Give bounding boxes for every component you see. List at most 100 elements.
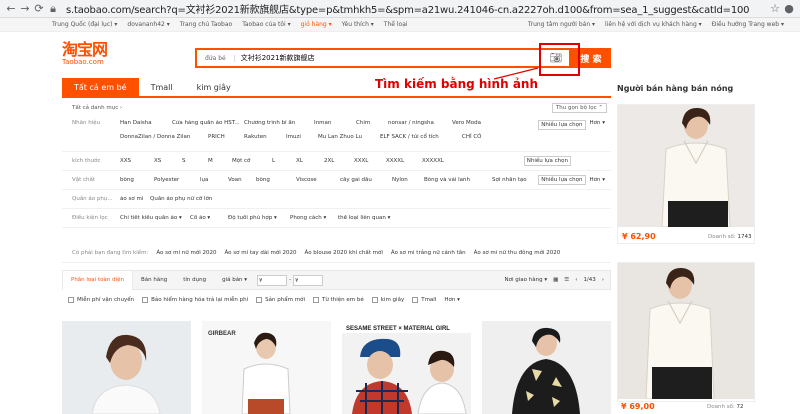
filter-option[interactable]: Một cỡ [232, 158, 272, 164]
topbar-seller-center[interactable]: Trung tâm người bán ▾ [528, 21, 595, 28]
filter-option[interactable]: Inman [314, 120, 356, 126]
filter-dropdown[interactable]: Cổ áo ▾ [190, 215, 228, 221]
bookmark-star-icon[interactable]: ☆ [768, 2, 782, 15]
filter-option[interactable]: 2XL [324, 158, 354, 164]
related-link[interactable]: Áo sơ mi nữ mới 2020 [156, 250, 216, 256]
topbar-categories[interactable]: Thể loại [384, 21, 408, 28]
filter-option[interactable]: XXXL [354, 158, 386, 164]
filter-option[interactable]: Cửa hàng quần áo HST... [172, 120, 244, 126]
topbar-home[interactable]: Trang chủ Taobao [180, 21, 232, 28]
filter-option[interactable]: Nylon [392, 177, 424, 183]
filter-option[interactable]: cây gai dầu [340, 177, 392, 183]
price-to-input[interactable]: ¥ [293, 274, 324, 286]
filter-dropdown[interactable]: Phong cách ▾ [290, 215, 338, 221]
filter-option[interactable]: Chim [356, 120, 388, 126]
new-product-checkbox[interactable]: Sản phẩm mới [256, 297, 305, 303]
topbar-cart[interactable]: giỏ hàng ▾ [301, 21, 332, 28]
filter-option[interactable]: nonsar / ningsha [388, 120, 452, 126]
collapse-filter-button[interactable]: Thu gọn bộ lọc ⌃ [551, 103, 607, 113]
filter-option[interactable]: bông [256, 177, 296, 183]
free-shipping-checkbox[interactable]: Miễn phí vận chuyển [68, 297, 134, 303]
search-scope-tag[interactable]: đứa bé [197, 54, 235, 62]
filter-option[interactable]: Han Daisha [120, 120, 172, 126]
filter-option[interactable]: Viscose [296, 177, 340, 183]
filter-option[interactable]: áo sơ mi [120, 196, 150, 202]
related-link[interactable]: Áo sơ mi tay dài mới 2020 [224, 250, 296, 256]
more-options-button[interactable]: Hơn ▾ [590, 120, 606, 126]
sort-sales[interactable]: Bán hàng [133, 277, 175, 283]
filter-option[interactable]: Polyester [154, 177, 200, 183]
forward-icon[interactable]: → [18, 2, 32, 15]
ship-from-dropdown[interactable]: Nơi giao hàng ▾ [504, 277, 547, 283]
product-card[interactable] [482, 321, 611, 414]
sort-overall[interactable]: Phần loại toàn diện [63, 270, 133, 290]
filter-option[interactable]: ELF SACK / túi cổ tích [380, 134, 462, 140]
more-options-button[interactable]: Hơn ▾ [590, 177, 606, 183]
search-input[interactable]: 文衬衫2021新款旗舰店 [235, 53, 549, 63]
related-link[interactable]: Áo blouse 2020 khí chất mới [305, 250, 383, 256]
filter-option[interactable]: L [272, 158, 296, 164]
filter-option[interactable]: Voan [228, 177, 256, 183]
filter-option[interactable]: DonnaZilan / Donna Zilan [120, 134, 208, 140]
back-icon[interactable]: ← [4, 2, 18, 15]
filter-option[interactable]: XL [296, 158, 324, 164]
profile-icon[interactable]: ● [782, 2, 796, 15]
more-checks-dropdown[interactable]: Hơn ▾ [444, 297, 460, 303]
filter-option[interactable]: Chương trình bí ẩn [244, 120, 314, 126]
filter-option[interactable]: lụa [200, 177, 228, 183]
filter-option[interactable]: S [182, 158, 208, 164]
topbar-region[interactable]: Trung Quốc (đại lục) ▾ [52, 21, 117, 28]
filter-option[interactable]: Sợi nhân tạo [492, 177, 538, 183]
hot-seller-card[interactable]: ¥ 62,90 Doanh số: 1743 [617, 104, 755, 244]
filter-option[interactable]: Imuzi [286, 134, 318, 140]
filter-option[interactable]: Mu Lan Zhuo Lu [318, 134, 380, 140]
free-return-checkbox[interactable]: Bảo hiểm hàng hóa trả lại miễn phí [142, 297, 248, 303]
filter-option[interactable]: bông [120, 177, 154, 183]
reload-icon[interactable]: ⟳ [32, 2, 46, 15]
topbar-site-nav[interactable]: Điều hướng Trang web ▾ [712, 21, 784, 28]
tab-kim-giay[interactable]: kim giây [185, 78, 243, 96]
tmall-checkbox[interactable]: Tmall [412, 297, 436, 303]
filter-option[interactable]: PRICH [208, 134, 244, 140]
multi-select-button[interactable]: Nhiều lựa chọn [538, 175, 586, 185]
topbar-customer-service[interactable]: liên hệ với dịch vụ khách hàng ▾ [605, 21, 702, 28]
product-card[interactable] [62, 321, 191, 414]
sort-price[interactable]: giá bán ▾ [214, 277, 255, 283]
prev-page-icon[interactable]: ‹ [575, 277, 577, 283]
filter-option[interactable]: Rakuten [244, 134, 286, 140]
related-link[interactable]: Áo sơ mi nữ thu đông mới 2020 [474, 250, 561, 256]
product-card[interactable]: GIRBEAR [202, 321, 331, 414]
topbar-favorites[interactable]: Yêu thích ▾ [342, 21, 374, 28]
filter-option[interactable]: XXXXXL [422, 158, 462, 164]
next-page-icon[interactable]: › [602, 277, 604, 283]
kim-giay-checkbox[interactable]: kim giây [371, 297, 404, 303]
topbar-my-taobao[interactable]: Taobao của tôi ▾ [242, 21, 290, 28]
filter-option[interactable]: XXS [120, 158, 154, 164]
filter-option[interactable]: Quần áo phụ nữ cỡ lớn [150, 196, 230, 202]
filter-option[interactable]: XXXXL [386, 158, 422, 164]
hot-seller-card[interactable] [617, 262, 755, 402]
filter-option[interactable]: Vero Moda [452, 120, 490, 126]
tab-tmall[interactable]: Tmall [139, 78, 185, 96]
related-link[interactable]: Áo sơ mi trắng nữ cánh tân [391, 250, 466, 256]
price-from-input[interactable]: ¥ [257, 274, 288, 286]
grid-view-icon[interactable]: ▦ [553, 277, 558, 283]
all-categories-link[interactable]: Tất cả danh mục › [72, 105, 122, 111]
filter-dropdown[interactable]: Chi tiết kiểu quần áo ▾ [120, 215, 190, 221]
multi-select-button[interactable]: Nhiều lựa chọn [523, 156, 571, 166]
list-view-icon[interactable]: ☰ [564, 277, 569, 283]
topbar-user[interactable]: dovananh42 ▾ [127, 21, 169, 28]
url-text[interactable]: s.taobao.com/search?q=文衬衫2021新款旗舰店&type=… [66, 1, 768, 16]
charity-checkbox[interactable]: Từ thiện em bé [312, 297, 364, 303]
product-card[interactable]: SESAME STREET × MATERIAL GIRL [342, 321, 471, 414]
multi-select-button[interactable]: Nhiều lựa chọn [538, 120, 586, 130]
sort-credit[interactable]: tín dụng [175, 277, 214, 283]
filter-dropdown[interactable]: Độ tuổi phù hợp ▾ [228, 215, 290, 221]
filter-option[interactable]: CHÍ CÓ [462, 134, 492, 140]
taobao-logo[interactable]: 淘宝网 Taobao.com [62, 42, 122, 67]
filter-option[interactable]: XS [154, 158, 182, 164]
tab-all-babies[interactable]: Tất cả em bé [62, 78, 139, 96]
filter-option[interactable]: Bông và vải lanh [424, 177, 492, 183]
filter-option[interactable]: M [208, 158, 232, 164]
filter-dropdown[interactable]: thể loại liên quan ▾ [338, 215, 408, 221]
